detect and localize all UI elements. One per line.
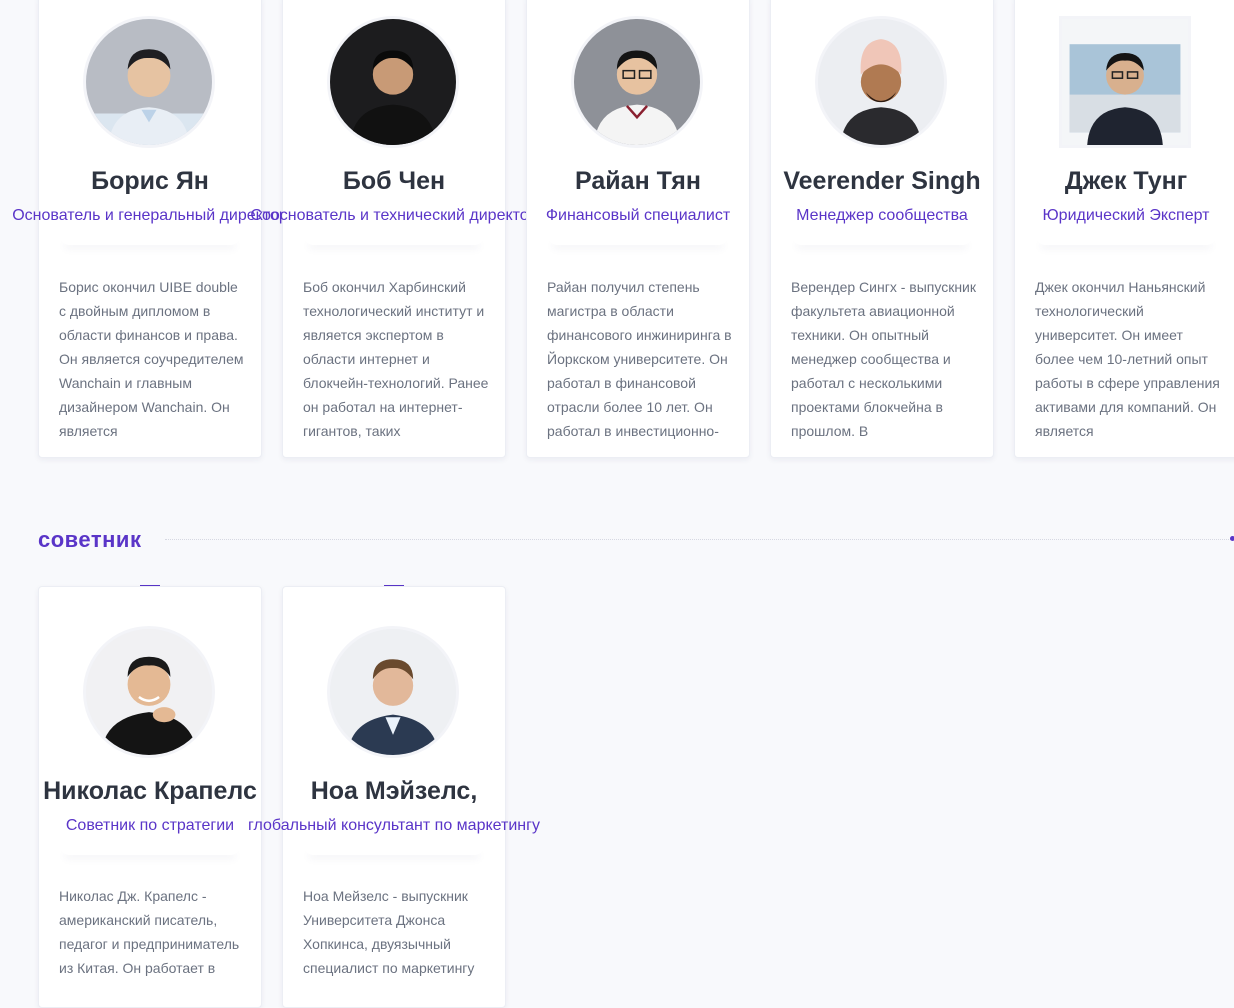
person-photo-icon [330,629,456,755]
person-photo-icon [86,629,212,755]
avatar-bob [330,19,456,145]
advisor-card-noah[interactable]: Ноа Мэйзелс, глобальный консультант по м… [248,586,540,1008]
member-bio: Боб окончил Харбинский технологический и… [303,279,489,439]
avatar-noah [330,629,456,755]
divider [305,845,483,855]
advisor-bio: Ноа Мейзелс - выпускник Университета Джо… [303,888,475,976]
avatar-jack [1062,19,1188,145]
person-photo-icon [330,19,456,145]
divider [61,235,239,245]
member-role: Юридический Эксперт [1042,207,1210,224]
person-photo-icon [1062,19,1188,145]
member-bio: Борис окончил UIBE double с двойным дипл… [59,279,244,439]
advisor-card-nicholas[interactable]: Николас Крапелс Советник по стратегии Ни… [38,586,262,1008]
avatar-nicholas [86,629,212,755]
team-card-boris[interactable]: Борис Ян Основатель и генеральный директ… [12,0,288,458]
advisor-name: Ноа Мэйзелс, [310,777,478,805]
person-photo-icon [574,19,700,145]
member-bio: Райан получил степень магистра в области… [547,279,732,439]
team-card-jack[interactable]: Джек Тунг Юридический Эксперт Джек оконч… [1014,0,1234,458]
person-photo-icon [818,19,944,145]
section-title-advisors: советник [38,527,142,552]
team-card-ryan[interactable]: Райан Тян Финансовый специалист Райан по… [526,0,750,458]
avatar-boris [86,19,212,145]
team-card-veerender[interactable]: Veerender Singh Менеджер сообщества Вере… [770,0,994,458]
section-divider [165,539,1231,540]
member-bio: Джек окончил Наньянский технологический … [1035,279,1220,439]
divider [549,235,727,245]
section-dot-icon [1230,536,1234,541]
divider [61,845,239,855]
avatar-ryan [574,19,700,145]
team-card-bob[interactable]: Боб Чен Сооснователь и технический дирек… [250,0,538,458]
member-bio: Верендер Сингх - выпускник факультета ав… [791,279,976,439]
avatar-veerender [818,19,944,145]
member-name: Джек Тунг [1064,167,1188,195]
divider [793,235,971,245]
advisor-role: глобальный консультант по маркетингу [248,817,540,834]
divider [305,235,483,245]
divider [1037,235,1215,245]
advisor-bio: Николас Дж. Крапелс - американский писат… [59,888,240,976]
person-photo-icon [86,19,212,145]
